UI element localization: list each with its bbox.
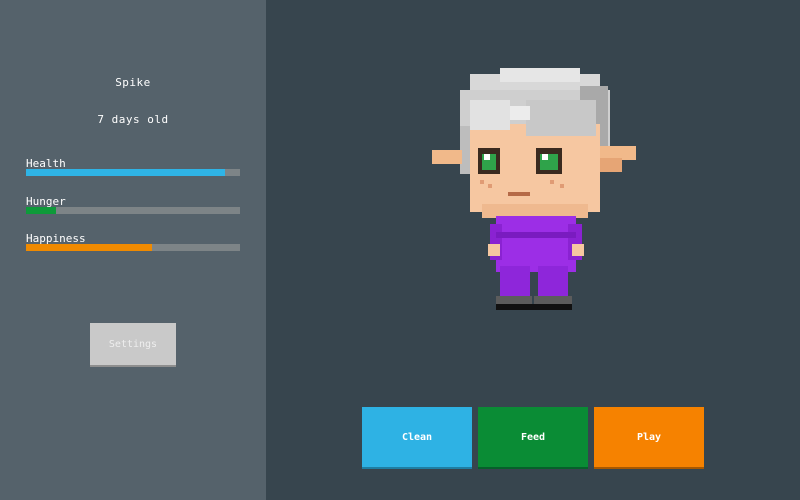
stats-panel: Spike 7 days old Health Hunger Happiness… — [0, 0, 266, 500]
settings-button[interactable]: Settings — [90, 323, 176, 365]
happiness-bar — [26, 244, 240, 251]
pet-age: 7 days old — [97, 113, 169, 126]
health-bar — [26, 169, 240, 176]
pet-name: Spike — [115, 76, 151, 89]
elf-pet-sprite-icon[interactable] — [430, 66, 640, 316]
feed-button[interactable]: Feed — [478, 407, 588, 467]
happiness-bar-fill — [26, 244, 153, 251]
hunger-bar — [26, 207, 240, 214]
clean-button[interactable]: Clean — [362, 407, 472, 467]
hunger-bar-fill — [26, 207, 56, 214]
play-button[interactable]: Play — [594, 407, 704, 467]
health-bar-fill — [26, 169, 226, 176]
